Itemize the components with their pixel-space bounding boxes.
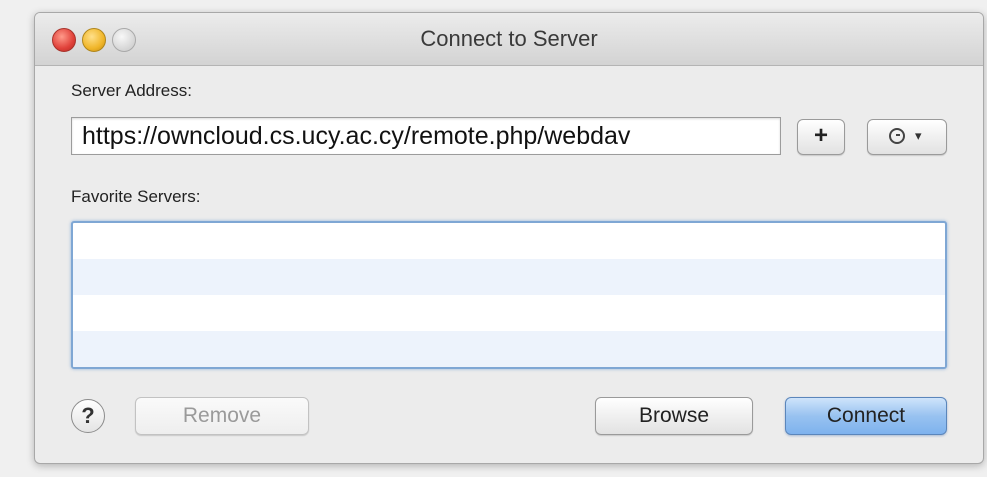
browse-button[interactable]: Browse	[595, 397, 753, 435]
chevron-down-icon: ▾	[915, 128, 922, 143]
recent-servers-button[interactable]: ▾	[867, 119, 947, 155]
favorite-servers-label: Favorite Servers:	[71, 187, 201, 206]
clock-icon	[889, 128, 905, 144]
help-button[interactable]: ?	[71, 399, 105, 433]
window-title: Connect to Server	[420, 26, 598, 51]
add-favorite-button[interactable]: +	[797, 119, 845, 155]
list-item[interactable]	[73, 331, 945, 367]
server-address-input[interactable]: https://owncloud.cs.ucy.ac.cy/remote.php…	[71, 117, 781, 155]
list-item[interactable]	[73, 295, 945, 331]
favorite-servers-list[interactable]	[71, 221, 947, 369]
list-item[interactable]	[73, 223, 945, 259]
title-bar[interactable]: Connect to Server	[35, 13, 983, 66]
connect-button[interactable]: Connect	[785, 397, 947, 435]
connect-to-server-window: Connect to Server Server Address: https:…	[34, 12, 984, 464]
server-address-label: Server Address:	[71, 81, 192, 100]
list-item[interactable]	[73, 259, 945, 295]
remove-button[interactable]: Remove	[135, 397, 309, 435]
